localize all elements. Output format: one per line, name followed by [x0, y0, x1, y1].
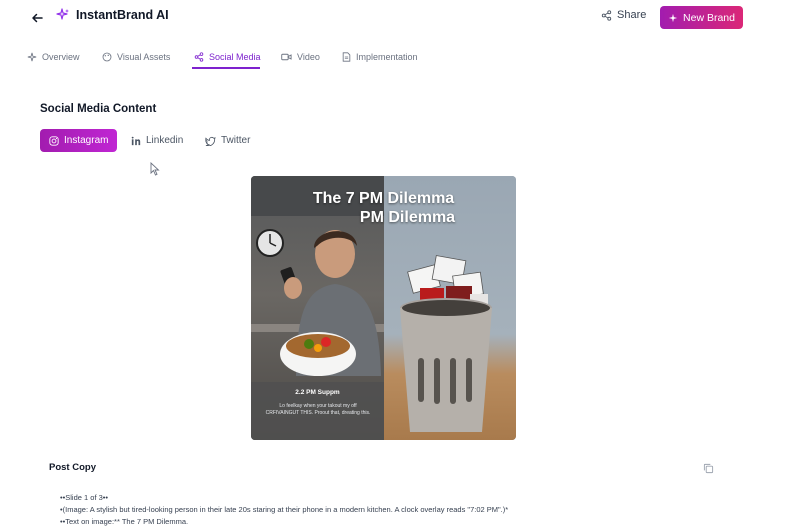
back-button[interactable] — [28, 9, 46, 27]
brand: InstantBrand AI — [56, 8, 169, 22]
platform-instagram[interactable]: Instagram — [40, 129, 118, 152]
instagram-post-image: The 7 PM Dilemma PM Dilemma 2.2 PM Suppm… — [251, 176, 516, 440]
tab-bar: Overview Visual Assets Social Media Vide… — [0, 36, 806, 70]
palette-icon — [102, 52, 112, 62]
post-copy-title: Post Copy — [49, 462, 96, 473]
tab-overview[interactable]: Overview — [27, 46, 80, 68]
new-brand-label: New Brand — [683, 11, 735, 24]
app-title: InstantBrand AI — [76, 8, 169, 22]
document-icon — [342, 52, 351, 62]
tab-video[interactable]: Video — [281, 46, 320, 68]
mouse-cursor-icon — [150, 162, 160, 176]
tab-label: Social Media — [209, 52, 261, 62]
image-caption-text: Lo feelkay when your takout my off CRFIV… — [265, 403, 371, 416]
sparkles-icon — [668, 13, 678, 22]
copy-icon[interactable] — [703, 463, 714, 474]
post-copy-line: ••Slide 1 of 3•• — [60, 493, 109, 502]
active-tab-indicator — [192, 67, 260, 69]
tab-label: Video — [297, 52, 320, 62]
tab-label: Visual Assets — [117, 52, 171, 62]
tab-social-media[interactable]: Social Media — [194, 46, 261, 68]
tab-visual-assets[interactable]: Visual Assets — [102, 46, 170, 68]
platform-label: Instagram — [64, 135, 109, 146]
platform-label: Twitter — [221, 135, 251, 146]
share-icon — [601, 9, 612, 21]
platform-linkedin[interactable]: Linkedin — [131, 129, 183, 152]
sparkle-icon — [27, 52, 37, 62]
post-copy-line: ••Text on image:** The 7 PM Dilemma. — [60, 517, 189, 526]
sparkles-icon — [56, 8, 69, 20]
tab-implementation[interactable]: Implementation — [342, 46, 418, 68]
video-icon — [281, 53, 292, 61]
tab-label: Implementation — [356, 52, 418, 62]
image-caption-title: 2.2 PM Suppm — [295, 389, 340, 396]
platform-label: Linkedin — [146, 135, 184, 146]
share-button[interactable]: Share — [601, 9, 646, 21]
section-title: Social Media Content — [40, 103, 157, 115]
linkedin-icon — [131, 136, 141, 145]
image-title-line-2: PM Dilemma — [359, 209, 456, 226]
tab-label: Overview — [42, 52, 80, 62]
arrow-left-icon — [32, 13, 43, 23]
instagram-icon — [49, 135, 59, 146]
share-icon — [194, 52, 204, 62]
app-header: InstantBrand AI Share New Brand — [0, 0, 806, 36]
image-title-line-1: The 7 PM Dilemma — [312, 190, 455, 207]
twitter-icon — [205, 136, 216, 146]
platform-twitter[interactable]: Twitter — [205, 129, 250, 152]
share-label: Share — [617, 9, 647, 21]
new-brand-button[interactable]: New Brand — [660, 6, 743, 29]
post-copy-line: •(Image: A stylish but tired-looking per… — [60, 505, 509, 514]
